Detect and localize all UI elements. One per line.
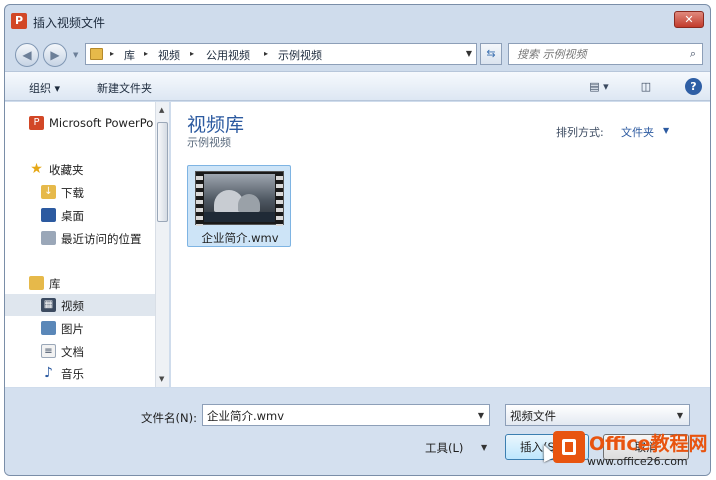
sidebar-item-desktop[interactable]: 桌面 [5,204,155,226]
sidebar-item-pictures[interactable]: 图片 [5,317,155,339]
pictures-icon [41,321,56,335]
navigation-pane: P Microsoft PowerPoint ★ 收藏夹 ↓ 下载 桌面 最近访… [5,102,155,387]
filename-value[interactable]: 企业简介.wmv [207,408,284,424]
recent-places-icon [41,231,56,245]
video-thumbnail [195,171,284,226]
search-box[interactable]: ⌕ [508,43,703,65]
sidebar-item-documents[interactable]: ≡ 文档 [5,340,155,362]
thumbnail-scene [204,174,275,222]
documents-icon: ≡ [41,344,56,358]
thumbnail-dome [238,194,260,212]
watermark-url: www.office26.com [587,455,688,468]
scrollbar-thumb[interactable] [157,122,168,222]
filename-label: 文件名(N): [141,411,197,425]
command-toolbar: 组织 ▾ 新建文件夹 ▤ ▾ ◫ ? [5,71,710,101]
sidebar-item-label: 桌面 [61,209,84,223]
watermark-title: Office教程网 [589,433,708,455]
star-icon: ★ [30,161,43,177]
sidebar-item-label: 收藏夹 [49,163,84,177]
filmstrip-right [276,172,283,226]
office-logo-icon [553,431,585,463]
arrange-by-dropdown[interactable]: 文件夹 [621,124,654,140]
breadcrumb-separator[interactable]: ▸ [110,49,114,58]
library-title: 视频库 [187,114,245,136]
sidebar-item-videos[interactable]: ▦ 视频 [5,294,155,316]
breadcrumb-video[interactable]: 视频 [158,47,180,63]
sidebar-scrollbar[interactable]: ▲ ▼ [155,102,169,387]
sidebar-item-label: 库 [49,277,61,291]
sidebar-item-music[interactable]: ♪ 音乐 [5,362,155,384]
refresh-button[interactable]: ⇆ [480,43,502,65]
sidebar-item-label: 文档 [61,345,84,359]
preview-pane-icon[interactable]: ◫ [637,78,655,96]
address-dropdown-arrow[interactable]: ▼ [466,49,472,58]
chevron-down-icon[interactable]: ▼ [663,126,669,135]
sidebar-item-recent-places[interactable]: 最近访问的位置 [5,227,155,249]
breadcrumb-sample-video[interactable]: 示例视频 [278,47,322,63]
sidebar-item-label: 音乐 [61,367,84,381]
libraries-icon [29,276,44,290]
sidebar-item-label: 下载 [61,186,84,200]
close-button[interactable]: ✕ [674,11,704,28]
window-title: 插入视频文件 [33,16,106,30]
help-icon[interactable]: ? [685,78,702,95]
search-icon[interactable]: ⌕ [690,47,696,61]
new-folder-button[interactable]: 新建文件夹 [97,80,152,96]
watermark-logo: Office教程网 www.office26.com [553,427,711,477]
music-icon: ♪ [44,365,53,381]
download-folder-icon: ↓ [41,185,56,199]
filetype-select[interactable]: 视频文件 ▼ [505,404,690,426]
sidebar-item-label: 视频 [61,299,84,313]
sidebar-item-favorites[interactable]: ★ 收藏夹 [5,158,155,180]
filetype-value[interactable]: 视频文件 [510,408,556,424]
sidebar-item-label: 图片 [61,322,84,336]
file-list-pane: 视频库 示例视频 排列方式: 文件夹 ▼ 企业简介.wmv [171,102,710,387]
chevron-down-icon[interactable]: ▼ [478,411,484,420]
sidebar-item-powerpoint[interactable]: P Microsoft PowerPoint [5,112,155,134]
search-input[interactable] [509,44,674,64]
sidebar-item-label: Microsoft PowerPoint [49,116,153,130]
file-item[interactable]: 企业简介.wmv [187,165,291,247]
scroll-down-icon[interactable]: ▼ [159,375,164,383]
scroll-up-icon[interactable]: ▲ [159,106,164,114]
chevron-down-icon[interactable]: ▼ [677,411,683,420]
breadcrumb-separator[interactable]: ▸ [264,49,268,58]
filmstrip-left [196,172,203,226]
address-bar[interactable]: ▸ 库 ▸ 视频 ▸ 公用视频 ▸ 示例视频 ▼ [85,43,477,65]
filename-field[interactable]: 企业简介.wmv ▼ [202,404,490,426]
library-subtitle: 示例视频 [187,136,231,149]
sidebar-item-downloads[interactable]: ↓ 下载 [5,181,155,203]
title-bar: P 插入视频文件 ✕ [5,5,710,35]
video-library-icon: ▦ [41,298,56,312]
desktop-icon [41,208,56,222]
back-button[interactable]: ◀ [15,43,39,67]
chevron-down-icon[interactable]: ▼ [481,443,487,452]
file-name: 企业简介.wmv [201,231,279,245]
breadcrumb-separator[interactable]: ▸ [144,49,148,58]
powerpoint-icon: P [29,116,44,130]
insert-video-dialog: P 插入视频文件 ✕ ◀ ▶ ▼ ▸ 库 ▸ 视频 ▸ 公用视频 ▸ 示例视频 … [4,4,711,476]
tools-button[interactable]: 工具(L) [425,440,463,456]
powerpoint-app-icon: P [11,13,27,29]
organize-menu[interactable]: 组织 ▾ [29,80,60,96]
breadcrumb-separator[interactable]: ▸ [190,49,194,58]
sidebar-item-label: 最近访问的位置 [61,232,142,246]
breadcrumb-library[interactable]: 库 [124,47,135,63]
navigation-bar: ◀ ▶ ▼ ▸ 库 ▸ 视频 ▸ 公用视频 ▸ 示例视频 ▼ ⇆ ⌕ [5,37,710,67]
thumbnail-ground [204,212,275,222]
forward-button[interactable]: ▶ [43,43,67,67]
folder-icon [90,48,103,60]
change-view-icon[interactable]: ▤ ▾ [585,78,613,96]
breadcrumb-public-video[interactable]: 公用视频 [206,47,250,63]
arrange-by-label: 排列方式: [556,126,604,139]
sidebar-item-libraries[interactable]: 库 [5,272,155,294]
recent-pages-dropdown[interactable]: ▼ [73,51,78,59]
